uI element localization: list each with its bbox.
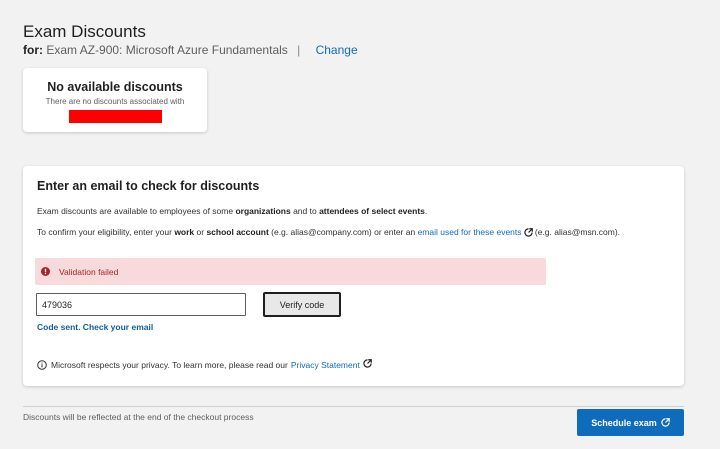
email-check-card: Enter an email to check for discounts Ex… [23, 166, 684, 386]
footer-note: Discounts will be reflected at the end o… [23, 412, 254, 422]
external-link-icon[interactable] [363, 359, 372, 370]
text-span: To confirm your eligibility, enter your [37, 227, 175, 237]
no-discounts-card: No available discounts There are no disc… [23, 68, 207, 132]
external-link-icon [661, 418, 670, 427]
external-link-icon[interactable] [523, 228, 533, 240]
redacted-email [68, 110, 162, 123]
alert-message: Validation failed [59, 266, 119, 277]
page-title: Exam Discounts [23, 22, 146, 41]
confirm-eligibility-text: To confirm your eligibility, enter your … [37, 226, 637, 240]
text-span: Exam discounts are available to employee… [37, 206, 236, 216]
privacy-text: Microsoft respects your privacy. To lear… [51, 359, 288, 370]
exam-name: Exam AZ-900: Microsoft Azure Fundamental… [46, 43, 288, 57]
exam-line: for: Exam AZ-900: Microsoft Azure Fundam… [23, 43, 358, 57]
verify-code-button[interactable]: Verify code [263, 292, 341, 317]
no-discounts-subtitle: There are no discounts associated with [45, 97, 185, 106]
privacy-statement-link[interactable]: Privacy Statement [291, 360, 360, 370]
events-email-link[interactable]: email used for these events [418, 227, 522, 237]
organizations-text: organizations [235, 206, 291, 216]
privacy-notice: Microsoft respects your privacy. To lear… [37, 359, 372, 370]
attendees-text: attendees of select events [319, 206, 425, 216]
email-check-heading: Enter an email to check for discounts [37, 179, 260, 193]
eligibility-text: Exam discounts are available to employee… [37, 206, 677, 216]
schedule-exam-button[interactable]: Schedule exam [577, 409, 684, 436]
separator: | [297, 43, 301, 57]
no-discounts-title: No available discounts [47, 80, 183, 94]
for-label: for: [23, 43, 43, 57]
schedule-exam-label: Schedule exam [591, 417, 657, 428]
verification-code-input[interactable] [36, 293, 246, 316]
text-span: . [424, 206, 428, 216]
text-span: (e.g. alias@msn.com). [532, 227, 621, 237]
school-account-text: school account [206, 227, 269, 237]
info-circle-icon [37, 359, 47, 370]
text-span: or [194, 227, 207, 237]
validation-alert: Validation failed [35, 258, 546, 285]
text-span: and to [290, 206, 320, 216]
footer-divider [23, 406, 684, 407]
text-span: (e.g. alias@company.com) or enter an [268, 227, 418, 237]
error-circle-icon [41, 267, 50, 276]
code-sent-message: Code sent. Check your email [37, 322, 154, 332]
work-text: work [174, 227, 195, 237]
change-link[interactable]: Change [316, 43, 358, 57]
